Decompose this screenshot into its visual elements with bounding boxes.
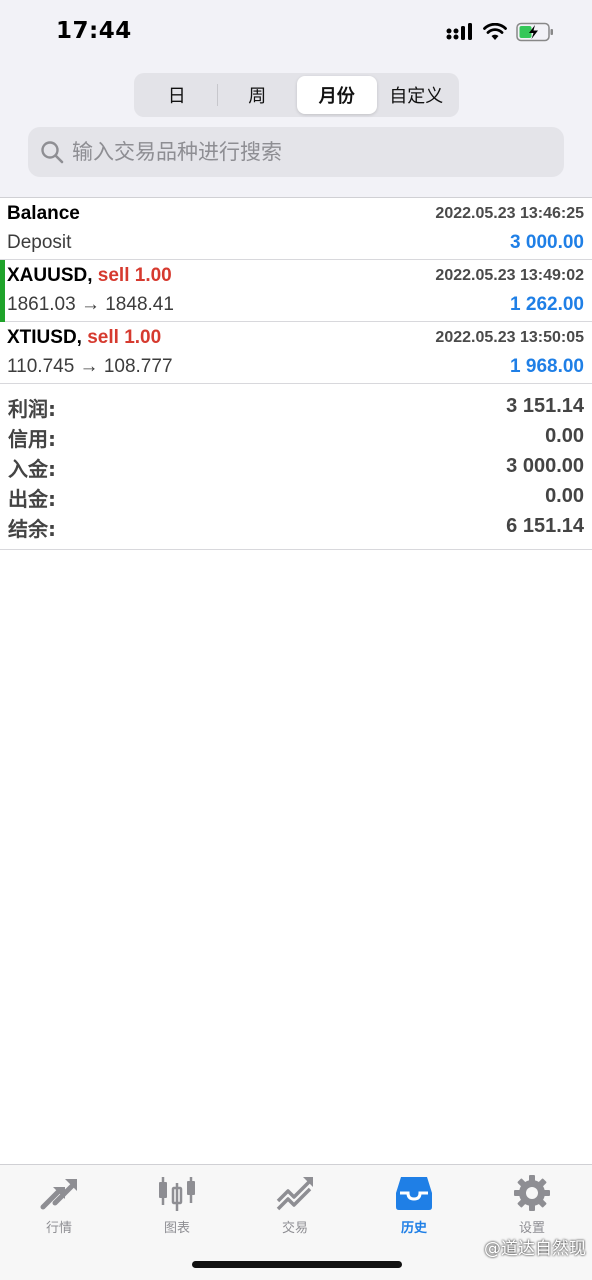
row-detail: 110.745 → 108.777: [7, 356, 173, 377]
row-side: sell 1.00: [81, 327, 162, 348]
search-icon: [41, 141, 64, 164]
summary-value: 0.00: [545, 425, 584, 447]
summary-label: 利润:: [8, 397, 56, 421]
quotes-arrows-icon: [40, 1179, 77, 1210]
segment-day[interactable]: 日: [137, 76, 217, 114]
tab-settings[interactable]: 设置: [473, 1173, 591, 1237]
row-amount: 1 968.00: [510, 356, 584, 377]
cellular-signal-icon: [446, 23, 472, 40]
inbox-tray-icon: [396, 1177, 432, 1210]
row-symbol: XAUUSD,: [7, 265, 93, 286]
summary-value: 6 151.14: [506, 515, 584, 537]
row-title: Balance: [7, 203, 80, 225]
summary-value: 3 000.00: [506, 455, 584, 477]
status-bar: 17:44: [0, 0, 592, 66]
summary-label: 入金:: [8, 457, 56, 481]
row-detail: Deposit: [7, 232, 72, 253]
segment-custom[interactable]: 自定义: [377, 76, 457, 114]
battery-charging-icon: [516, 22, 553, 42]
row-date: 2022.05.23 13:50:05: [435, 329, 584, 346]
tab-trade[interactable]: 交易: [236, 1173, 354, 1237]
row-status-marker: [0, 260, 5, 322]
row-title: XAUUSD, sell 1.00: [7, 265, 172, 287]
trade-chart-icon: [276, 1177, 313, 1211]
summary-balance: 结余: 6 151.14: [0, 513, 592, 543]
summary-panel: 利润: 3 151.14 信用: 0.00 入金: 3 000.00 出金: 0…: [0, 391, 592, 550]
summary-label: 信用:: [8, 427, 56, 451]
summary-deposit: 入金: 3 000.00: [0, 453, 592, 483]
header-area: 17:44 日 周 月份 自定义: [0, 0, 592, 197]
tab-label: 行情: [45, 1221, 72, 1236]
symbol-search-bar[interactable]: [28, 127, 564, 177]
summary-profit: 利润: 3 151.14: [0, 393, 592, 423]
home-indicator: [192, 1261, 402, 1268]
gear-icon: [514, 1175, 550, 1211]
history-row-xauusd[interactable]: XAUUSD, sell 1.00 2022.05.23 13:49:02 18…: [0, 260, 592, 322]
history-list: Balance 2022.05.23 13:46:25 Deposit 3 00…: [0, 197, 592, 384]
summary-label: 出金:: [8, 487, 56, 511]
summary-credit: 信用: 0.00: [0, 423, 592, 453]
watermark: @道达自然现: [484, 1239, 586, 1259]
tab-charts[interactable]: 图表: [118, 1173, 236, 1237]
tab-quotes[interactable]: 行情: [0, 1173, 118, 1237]
row-date: 2022.05.23 13:49:02: [435, 267, 584, 284]
row-symbol: XTIUSD,: [7, 327, 82, 348]
status-icons: [446, 22, 554, 42]
status-time: 17:44: [56, 18, 132, 44]
history-row-xtiusd[interactable]: XTIUSD, sell 1.00 2022.05.23 13:50:05 11…: [0, 322, 592, 384]
search-input[interactable]: [72, 140, 532, 164]
tab-label: 交易: [281, 1221, 308, 1236]
segment-week[interactable]: 周: [218, 76, 298, 114]
summary-label: 结余:: [8, 517, 56, 541]
row-side: sell 1.00: [92, 265, 172, 286]
row-symbol: Balance: [7, 203, 80, 224]
row-amount: 3 000.00: [510, 232, 584, 253]
history-row-balance[interactable]: Balance 2022.05.23 13:46:25 Deposit 3 00…: [0, 198, 592, 260]
tab-label: 历史: [400, 1221, 427, 1236]
summary-value: 3 151.14: [506, 395, 584, 417]
wifi-icon: [483, 23, 507, 40]
row-date: 2022.05.23 13:46:25: [435, 205, 584, 222]
summary-withdrawal: 出金: 0.00: [0, 483, 592, 513]
tab-history[interactable]: 历史: [355, 1173, 473, 1237]
row-detail: 1861.03 → 1848.41: [7, 294, 174, 315]
row-amount: 1 262.00: [510, 294, 584, 315]
segment-month[interactable]: 月份: [297, 76, 377, 114]
tab-label: 图表: [163, 1221, 190, 1236]
row-title: XTIUSD, sell 1.00: [7, 327, 161, 349]
candlestick-icon: [159, 1177, 195, 1211]
period-segmented-control: 日 周 月份 自定义: [134, 73, 459, 117]
summary-value: 0.00: [545, 485, 584, 507]
